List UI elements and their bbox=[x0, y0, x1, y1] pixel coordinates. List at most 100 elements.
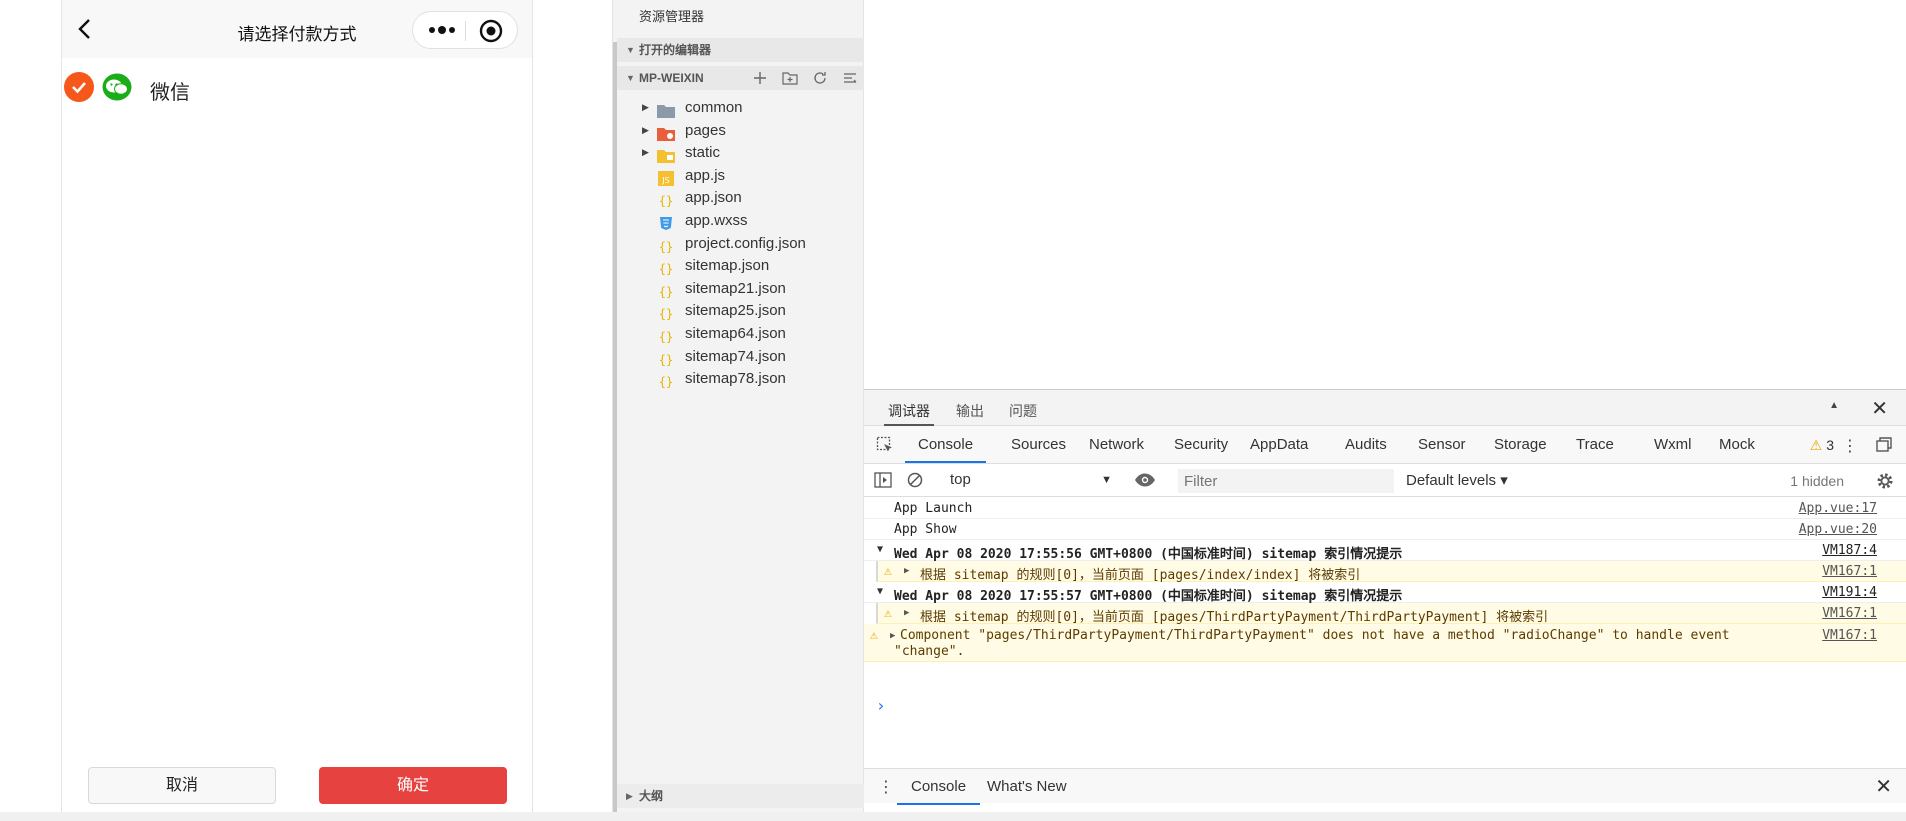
outline-header[interactable]: ▶ 大纲 bbox=[617, 784, 864, 808]
message-text-continued: "change". bbox=[894, 644, 965, 659]
message-text: Wed Apr 08 2020 17:55:56 GMT+0800 (中国标准时… bbox=[894, 547, 1403, 562]
tab-security[interactable]: Security bbox=[1174, 436, 1228, 453]
more-dots-icon[interactable] bbox=[427, 21, 457, 39]
tab-sources[interactable]: Sources bbox=[1011, 436, 1066, 453]
json-file-icon: {} bbox=[657, 371, 675, 389]
payment-option-row[interactable]: 微信 bbox=[62, 72, 532, 104]
tab-console[interactable]: Console bbox=[904, 436, 987, 463]
warning-icon: ⚠ bbox=[870, 628, 878, 643]
expand-triangle-icon[interactable]: ▶ bbox=[904, 566, 909, 576]
navigation-bar: 请选择付款方式 bbox=[62, 0, 532, 58]
close-target-icon[interactable] bbox=[479, 19, 503, 43]
expand-triangle-icon[interactable]: ▶ bbox=[890, 631, 895, 641]
tab-mock[interactable]: Mock bbox=[1719, 436, 1755, 453]
tab-trace[interactable]: Trace bbox=[1576, 436, 1614, 453]
warning-icon: ⚠ bbox=[884, 564, 892, 579]
message-source-link[interactable]: App.vue:17 bbox=[1799, 501, 1877, 516]
message-text: Wed Apr 08 2020 17:55:57 GMT+0800 (中国标准时… bbox=[894, 589, 1403, 604]
tab-storage[interactable]: Storage bbox=[1494, 436, 1547, 453]
tab-network[interactable]: Network bbox=[1089, 436, 1144, 453]
console-message: App Launch App.vue:17 bbox=[864, 498, 1906, 519]
project-label: MP-WEIXIN bbox=[639, 71, 704, 85]
tab-output[interactable]: 输出 bbox=[956, 401, 984, 421]
tab-appdata[interactable]: AppData bbox=[1250, 436, 1308, 453]
drawer-tab-whats-new[interactable]: What's New bbox=[987, 778, 1067, 795]
new-file-icon[interactable] bbox=[752, 70, 768, 86]
drawer-tabbar: ⋮ Console What's New ✕ bbox=[864, 768, 1906, 805]
json-file-icon: {} bbox=[657, 258, 675, 276]
open-editors-label: 打开的编辑器 bbox=[639, 43, 712, 57]
console-messages: App Launch App.vue:17 App Show App.vue:2… bbox=[864, 498, 1906, 768]
json-file-icon: {} bbox=[657, 190, 675, 208]
drawer-menu-icon[interactable]: ⋮ bbox=[878, 777, 894, 797]
message-text: 根据 sitemap 的规则[0]，当前页面 [pages/index/inde… bbox=[920, 568, 1361, 583]
console-settings-gear-icon[interactable] bbox=[1876, 472, 1894, 490]
group-collapse-icon[interactable]: ▼ bbox=[877, 544, 883, 555]
console-group-header[interactable]: ▼ Wed Apr 08 2020 17:55:57 GMT+0800 (中国标… bbox=[864, 582, 1906, 604]
json-file-icon: {} bbox=[657, 303, 675, 321]
collapse-all-icon[interactable] bbox=[842, 70, 858, 86]
cancel-button[interactable]: 取消 bbox=[88, 767, 276, 804]
console-prompt-icon[interactable]: › bbox=[876, 696, 886, 715]
confirm-button[interactable]: 确定 bbox=[319, 767, 507, 804]
css-file-icon bbox=[657, 213, 675, 230]
expand-triangle-icon[interactable]: ▶ bbox=[904, 608, 909, 618]
file-tree-item[interactable]: {} sitemap78.json bbox=[617, 365, 864, 392]
console-warning: ⚠ ▶ 根据 sitemap 的规则[0]，当前页面 [pages/ThirdP… bbox=[876, 603, 1906, 625]
explorer-panel: 资源管理器 ▼ 打开的编辑器 ▼ MP-WEIXIN ▶ common ▶ pages… bbox=[612, 0, 864, 812]
tab-debugger[interactable]: 调试器 bbox=[884, 401, 934, 426]
collapse-triangle-icon: ▼ bbox=[626, 73, 635, 83]
tab-audits[interactable]: Audits bbox=[1345, 436, 1387, 453]
message-source-link[interactable]: VM187:4 bbox=[1822, 543, 1877, 558]
console-toolbar: top ▼ Default levels ▾ 1 hidden bbox=[864, 464, 1906, 497]
json-file-icon: {} bbox=[657, 236, 675, 254]
drawer-close-icon[interactable]: ✕ bbox=[1875, 774, 1892, 799]
show-sidebar-icon[interactable] bbox=[874, 472, 892, 488]
horizontal-scrollbar[interactable] bbox=[0, 812, 1906, 821]
group-collapse-icon[interactable]: ▼ bbox=[877, 586, 883, 597]
warning-counter[interactable]: ⚠ 3 bbox=[1810, 437, 1834, 454]
close-panel-icon[interactable]: ✕ bbox=[1871, 396, 1888, 421]
log-levels-label: Default levels bbox=[1406, 472, 1497, 489]
message-text: Component "pages/ThirdPartyPayment/Third… bbox=[900, 628, 1730, 643]
wechat-icon bbox=[102, 73, 132, 101]
tab-wxml[interactable]: Wxml bbox=[1654, 436, 1692, 453]
tab-issues[interactable]: 问题 bbox=[1009, 401, 1037, 421]
message-source-link[interactable]: VM167:1 bbox=[1822, 564, 1877, 579]
devtools-panel: 调试器 输出 问题 ▲ ✕ Console Sources Network Secur… bbox=[864, 389, 1906, 812]
message-text: App Launch bbox=[894, 501, 973, 516]
capsule-divider bbox=[465, 21, 466, 41]
console-message: App Show App.vue:20 bbox=[864, 519, 1906, 540]
folder-icon bbox=[657, 100, 675, 118]
new-folder-icon[interactable] bbox=[782, 70, 798, 86]
tab-sensor[interactable]: Sensor bbox=[1418, 436, 1466, 453]
editor-area[interactable] bbox=[864, 0, 1906, 389]
console-filter-input[interactable] bbox=[1178, 469, 1394, 493]
json-file-icon: {} bbox=[657, 281, 675, 299]
inspect-element-icon[interactable] bbox=[876, 436, 894, 454]
hidden-count: 1 hidden bbox=[1790, 473, 1844, 489]
message-source-link[interactable]: VM167:1 bbox=[1822, 606, 1877, 621]
payment-option-label: 微信 bbox=[150, 82, 190, 104]
message-source-link[interactable]: VM191:4 bbox=[1822, 585, 1877, 600]
log-levels-select[interactable]: Default levels ▾ bbox=[1406, 471, 1508, 489]
live-expression-eye-icon[interactable] bbox=[1134, 472, 1156, 488]
undock-icon[interactable] bbox=[1876, 437, 1892, 453]
console-group-header[interactable]: ▼ Wed Apr 08 2020 17:55:56 GMT+0800 (中国标… bbox=[864, 540, 1906, 562]
open-editors-header[interactable]: ▼ 打开的编辑器 bbox=[617, 38, 864, 62]
refresh-icon[interactable] bbox=[812, 70, 828, 86]
project-header[interactable]: ▼ MP-WEIXIN bbox=[617, 66, 864, 90]
drawer-tab-console[interactable]: Console bbox=[896, 778, 981, 805]
message-source-link[interactable]: App.vue:20 bbox=[1799, 522, 1877, 537]
context-select[interactable]: top ▼ bbox=[946, 469, 1116, 491]
more-options-icon[interactable]: ⋮ bbox=[1842, 436, 1858, 456]
console-warning: ⚠ ▶ Component "pages/ThirdPartyPayment/T… bbox=[864, 624, 1906, 662]
dropdown-arrow-icon: ▼ bbox=[1101, 474, 1112, 486]
devtools-tabbar: Console Sources Network Security AppData Audi… bbox=[864, 426, 1906, 464]
radio-checked-icon[interactable] bbox=[64, 72, 94, 102]
pages-folder-icon bbox=[657, 123, 675, 141]
clear-console-icon[interactable] bbox=[907, 472, 923, 488]
message-text: 根据 sitemap 的规则[0]，当前页面 [pages/ThirdParty… bbox=[920, 610, 1549, 625]
message-source-link[interactable]: VM167:1 bbox=[1822, 628, 1877, 643]
maximize-panel-icon[interactable]: ▲ bbox=[1829, 400, 1839, 411]
